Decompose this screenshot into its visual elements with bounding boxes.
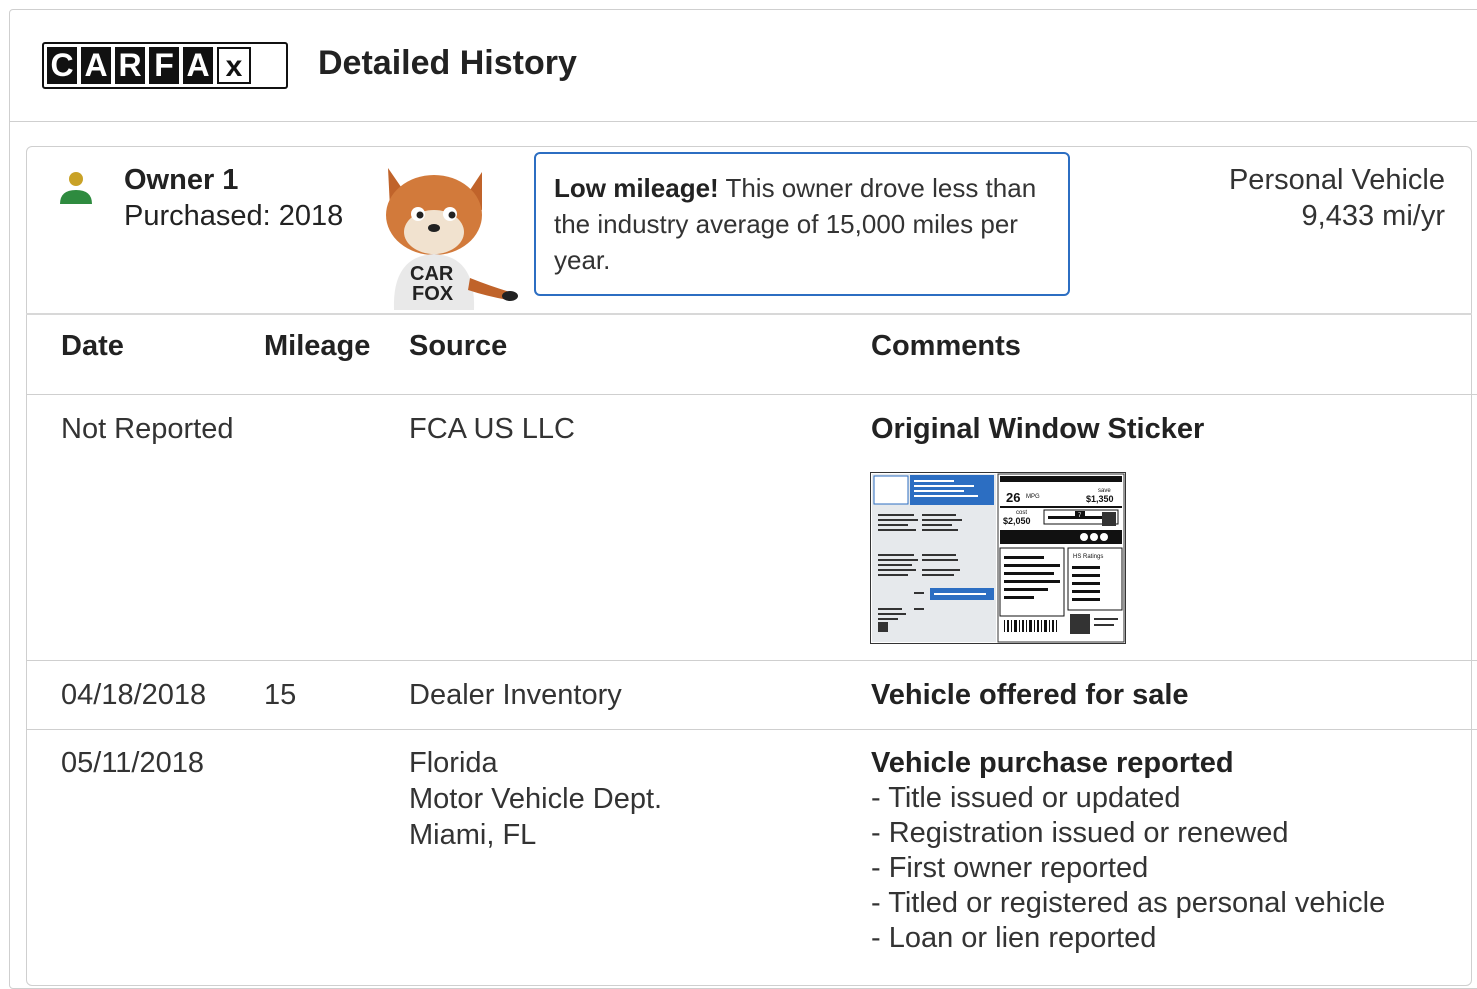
usage-type: Personal Vehicle (1228, 164, 1445, 196)
sticker-rating-label: HS Ratings (1073, 554, 1103, 560)
row-comments: Vehicle purchase reported - Title issued… (871, 745, 1385, 956)
vehicle-usage: Personal Vehicle 9,433 mi/yr (1229, 162, 1445, 234)
owner-purchased: Purchased: 2018 (124, 200, 344, 232)
row-divider (27, 729, 1477, 730)
row-comment-title: Vehicle purchase reported (871, 747, 1234, 779)
row-source: Dealer Inventory (409, 679, 622, 711)
row-date: 05/11/2018 (61, 747, 204, 779)
source-line: Florida (409, 747, 498, 779)
list-item: - Registration issued or renewed (871, 817, 1289, 849)
low-mileage-callout: Low mileage! This owner drove less than … (534, 152, 1070, 296)
row-mileage: 15 (264, 679, 297, 711)
window-sticker-thumbnail[interactable]: 26 MPG save $1,350 cost $2,050 7 HS Rati… (870, 472, 1126, 644)
table-divider (26, 313, 1472, 315)
logo-letter: A (183, 47, 213, 84)
row-divider (27, 660, 1477, 661)
svg-text:CAR: CAR (410, 263, 454, 285)
row-date: 04/18/2018 (61, 679, 207, 711)
logo-letter: x (217, 47, 251, 84)
page-title: Detailed History (318, 44, 577, 82)
header: C A R F A x Detailed History (10, 10, 1477, 122)
sticker-save-amount: $1,350 (1086, 494, 1114, 504)
logo-letter: A (81, 47, 111, 84)
row-source: FCA US LLC (409, 413, 575, 445)
row-comment-title: Vehicle offered for sale (871, 679, 1189, 711)
source-line: Motor Vehicle Dept. (409, 783, 663, 815)
svg-text:FOX: FOX (412, 283, 454, 305)
column-header-source: Source (409, 330, 508, 362)
sticker-mpg-unit: MPG (1026, 494, 1040, 500)
row-source: Florida Motor Vehicle Dept. Miami, FL (409, 745, 662, 853)
column-header-comments: Comments (871, 330, 1021, 362)
logo-letter: C (47, 47, 77, 84)
callout-bold: Low mileage! (554, 173, 719, 203)
carfox-mascot-image: CAR FOX (386, 168, 518, 310)
person-icon (60, 172, 92, 204)
row-date: Not Reported (61, 413, 234, 445)
logo-letter: F (149, 47, 179, 84)
sticker-mpg: 26 (1006, 490, 1020, 505)
sticker-cost-amount: $2,050 (1003, 516, 1031, 526)
column-header-date: Date (61, 330, 124, 362)
list-item: - Title issued or updated (871, 782, 1181, 814)
column-header-mileage: Mileage (264, 330, 371, 362)
list-item: - Loan or lien reported (871, 922, 1157, 954)
list-item: - Titled or registered as personal vehic… (871, 887, 1386, 919)
owner-name: Owner 1 (124, 164, 239, 196)
comment-list: - Title issued or updated - Registration… (871, 781, 1385, 956)
row-divider (27, 394, 1477, 395)
row-comment-title: Original Window Sticker (871, 413, 1205, 445)
list-item: - First owner reported (871, 852, 1149, 884)
source-line: Miami, FL (409, 819, 537, 851)
logo-letter: R (115, 47, 145, 84)
usage-miles: 9,433 mi/yr (1301, 200, 1445, 232)
carfax-logo: C A R F A x (42, 42, 288, 89)
